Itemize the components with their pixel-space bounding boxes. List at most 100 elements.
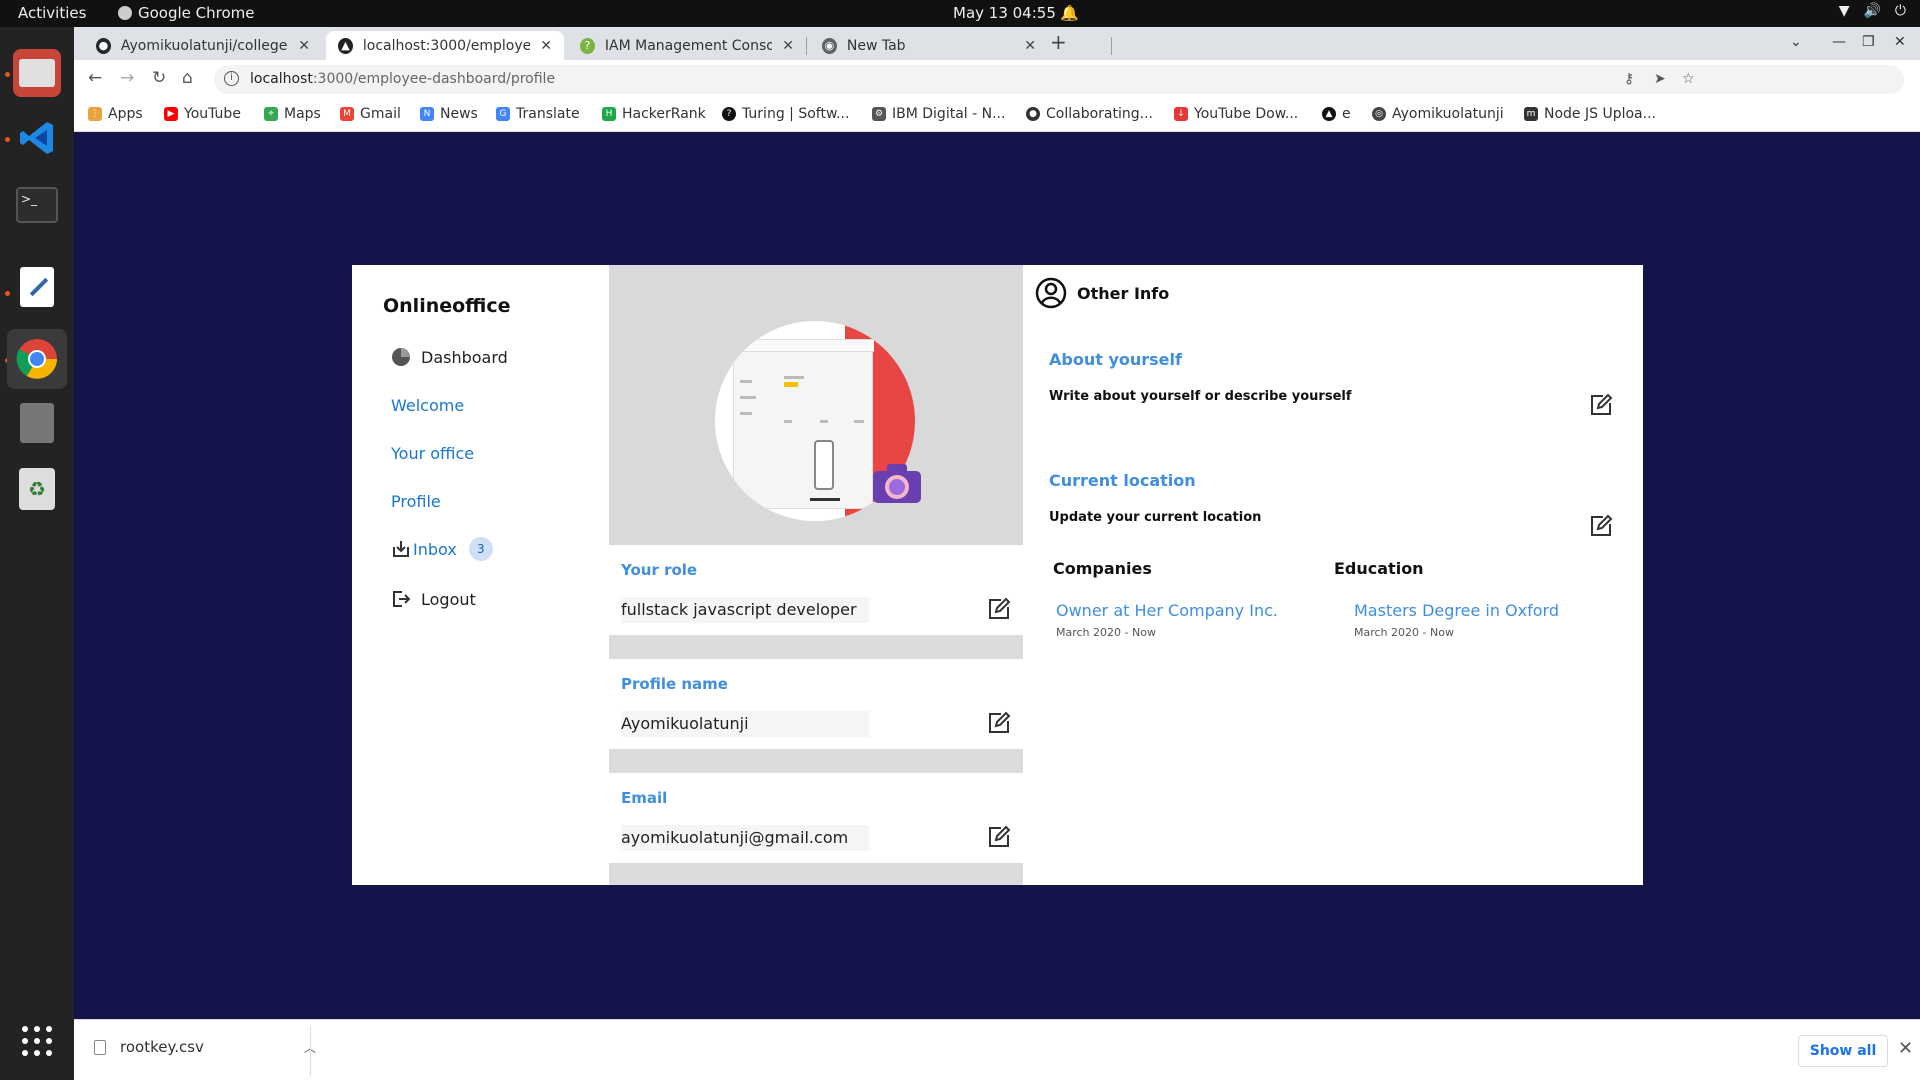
sidebar-item-dashboard[interactable]: Dashboard: [391, 347, 508, 367]
education-link[interactable]: Masters Degree in Oxford: [1354, 601, 1559, 620]
show-all-button[interactable]: Show all: [1798, 1035, 1888, 1067]
new-tab-button[interactable]: +: [1050, 30, 1067, 54]
edit-icon[interactable]: [987, 597, 1011, 621]
text-editor-icon[interactable]: [13, 263, 61, 311]
bookmark-youtube-downloader[interactable]: ↓ YouTube Dow...: [1174, 106, 1298, 122]
company-link[interactable]: Owner at Her Company Inc.: [1056, 601, 1278, 620]
tab-iam[interactable]: ? IAM Management Consol ✕: [568, 31, 806, 60]
close-tab-icon[interactable]: ✕: [298, 38, 310, 54]
bookmark-star-icon[interactable]: ☆: [1682, 71, 1695, 87]
minimize-button[interactable]: —: [1832, 34, 1846, 50]
tab-title: IAM Management Consol: [604, 37, 773, 54]
role-value: fullstack javascript developer: [621, 597, 869, 623]
forward-icon[interactable]: →: [120, 68, 134, 88]
url-text[interactable]: localhost:3000/employee-dashboard/profil…: [250, 71, 555, 87]
chrome-small-icon: [118, 6, 132, 20]
edit-icon[interactable]: [1589, 393, 1613, 417]
tab-search-icon[interactable]: ⌄: [1790, 34, 1802, 50]
bookmark-e[interactable]: ▲ e: [1322, 106, 1351, 122]
bookmark-collaborating[interactable]: ● Collaborating...: [1026, 106, 1153, 122]
system-tray[interactable]: ▼ 🔊 ⏻: [1839, 3, 1906, 19]
mock-line: [784, 420, 792, 423]
download-item[interactable]: rootkey.csv ︿: [94, 1038, 316, 1056]
edit-icon[interactable]: [987, 711, 1011, 735]
bookmark-ayomikuolatunji[interactable]: ◎ Ayomikuolatunji: [1372, 106, 1504, 122]
page-viewport: Onlineoffice Dashboard Welcome Your offi…: [74, 132, 1920, 1019]
download-shelf: rootkey.csv ︿ Show all ✕: [74, 1019, 1920, 1080]
reload-icon[interactable]: ↻: [152, 68, 166, 88]
volume-icon: 🔊: [1863, 3, 1881, 19]
sidebar-item-label: Inbox: [413, 539, 457, 559]
companies-title: Companies: [1053, 559, 1152, 578]
vscode-icon[interactable]: [13, 114, 61, 162]
terminal-icon[interactable]: >_: [13, 181, 61, 229]
tab-title: New Tab: [846, 37, 906, 54]
role-label: Your role: [621, 561, 698, 579]
running-indicator: [5, 291, 10, 296]
app-menu[interactable]: Google Chrome: [118, 4, 255, 22]
other-info-header: Other Info: [1035, 277, 1169, 309]
bookmark-ibm[interactable]: ⚙ IBM Digital - N...: [872, 106, 1005, 122]
mock-bar: [734, 340, 874, 352]
bookmark-label: News: [440, 106, 478, 122]
bookmark-apps[interactable]: ⋮ Apps: [88, 106, 143, 122]
bookmark-gmail[interactable]: M Gmail: [340, 106, 401, 122]
close-tab-icon[interactable]: ✕: [782, 38, 794, 54]
bookmark-label: YouTube: [184, 106, 241, 122]
files-icon[interactable]: [13, 49, 61, 97]
bookmark-news[interactable]: N News: [420, 106, 478, 122]
show-applications-icon[interactable]: [13, 1017, 61, 1065]
camera-icon[interactable]: [871, 461, 923, 505]
bookmark-hackerrank[interactable]: H HackerRank: [602, 106, 706, 122]
mock-highlight: [784, 382, 798, 387]
tab-title: Ayomikuolatunji/college: [120, 37, 288, 54]
about-yourself-label: About yourself: [1049, 350, 1182, 369]
tab-separator: [1111, 37, 1112, 55]
sidebar-item-profile[interactable]: Profile: [391, 492, 441, 511]
address-bar[interactable]: i localhost:3000/employee-dashboard/prof…: [214, 65, 1904, 94]
edit-icon[interactable]: [987, 825, 1011, 849]
mock-line: [740, 412, 752, 415]
news-icon: N: [420, 107, 434, 121]
share-icon[interactable]: ➤: [1654, 71, 1666, 87]
company-date: March 2020 - Now: [1056, 626, 1156, 639]
activities-button[interactable]: Activities: [18, 4, 86, 22]
bookmark-translate[interactable]: G Translate: [496, 106, 580, 122]
sidebar-item-inbox[interactable]: Inbox 3: [391, 537, 493, 561]
close-tab-icon[interactable]: ✕: [1024, 38, 1036, 54]
sidebar-item-your-office[interactable]: Your office: [391, 444, 474, 463]
home-icon[interactable]: ⌂: [182, 68, 193, 88]
sidebar-item-label: Dashboard: [421, 347, 508, 367]
inbox-count-badge: 3: [468, 537, 493, 561]
key-icon[interactable]: ⚷: [1624, 71, 1634, 87]
tab-title: localhost:3000/employee: [362, 37, 531, 54]
close-window-button[interactable]: ✕: [1894, 34, 1906, 50]
hackerrank-icon: H: [602, 107, 616, 121]
bookmark-turing[interactable]: ? Turing | Softw...: [722, 106, 849, 122]
bookmark-youtube[interactable]: ▶ YouTube: [164, 106, 241, 122]
site-info-icon[interactable]: i: [224, 71, 239, 86]
chrome-icon[interactable]: [7, 329, 67, 389]
profile-name-label: Profile name: [621, 675, 728, 693]
close-icon[interactable]: ✕: [1898, 1038, 1913, 1059]
pie-chart-icon: [392, 348, 410, 366]
running-indicator: [5, 72, 10, 77]
mock-line: [740, 380, 752, 383]
aws-icon: ?: [580, 37, 595, 54]
close-tab-icon[interactable]: ✕: [540, 38, 552, 54]
back-icon[interactable]: ←: [88, 68, 102, 88]
mock-line: [820, 420, 828, 423]
tab-new[interactable]: ◉ New Tab ✕: [810, 31, 1048, 60]
sidebar-item-logout[interactable]: Logout: [391, 589, 476, 609]
bookmark-maps[interactable]: ⌖ Maps: [264, 106, 321, 122]
tab-github[interactable]: ● Ayomikuolatunji/college ✕: [84, 31, 322, 60]
trash-icon[interactable]: ♻: [13, 465, 61, 513]
tab-localhost[interactable]: ▲ localhost:3000/employee ✕: [326, 31, 564, 60]
clock[interactable]: May 13 04:55: [953, 4, 1056, 22]
sidebar-item-welcome[interactable]: Welcome: [391, 396, 464, 415]
bookmark-node-js[interactable]: m Node JS Uploa...: [1524, 106, 1656, 122]
turing-icon: ?: [722, 107, 736, 121]
maximize-button[interactable]: ❐: [1862, 34, 1875, 50]
edit-icon[interactable]: [1589, 514, 1613, 538]
apps-placeholder-icon[interactable]: [13, 399, 61, 447]
